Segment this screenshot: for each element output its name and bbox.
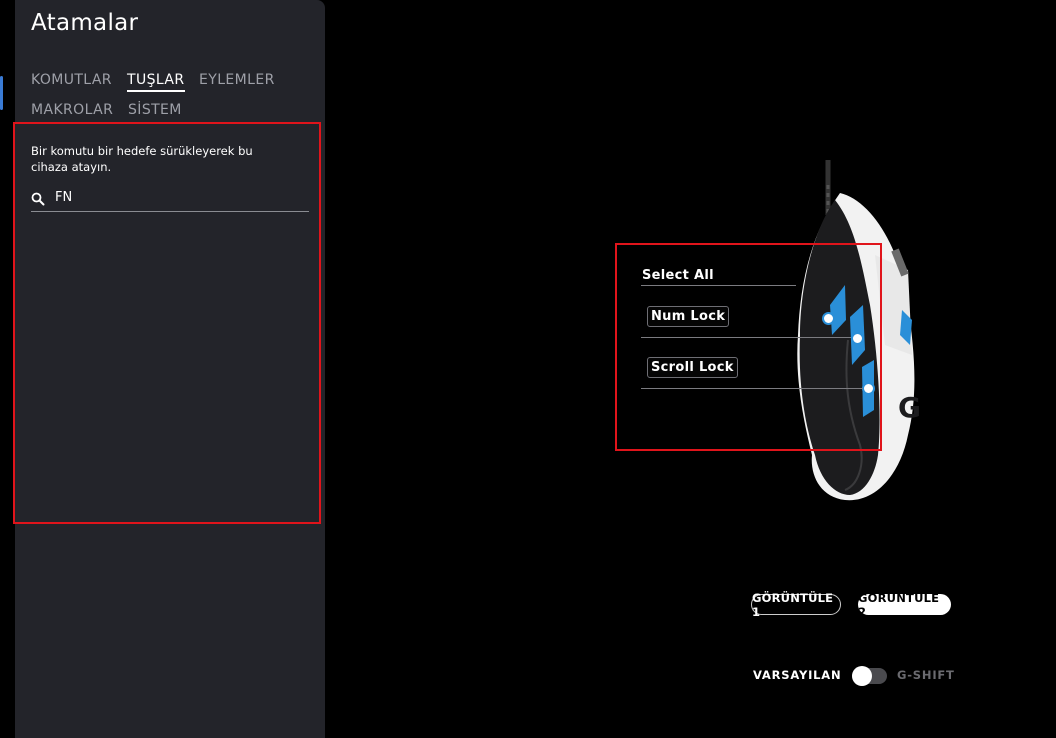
button-marker-scroll-lock[interactable] [862, 382, 875, 395]
default-mode-label: VARSAYILAN [753, 668, 842, 682]
button-marker-num-lock[interactable] [851, 332, 864, 345]
leader-line-select-all [641, 285, 796, 286]
search-input[interactable] [55, 186, 305, 208]
helper-text: Bir komutu bir hedefe sürükleyerek bu ci… [31, 144, 253, 174]
left-edge-strip [0, 0, 14, 738]
view-2-button[interactable]: GÖRÜNTÜLE 2 [858, 591, 951, 619]
search-field[interactable] [31, 186, 309, 212]
toggle-knob [852, 666, 872, 686]
button-marker-select-all[interactable] [822, 312, 835, 325]
gshift-mode-label: G-SHIFT [897, 668, 955, 682]
svg-text:G: G [898, 391, 920, 424]
search-icon [31, 192, 45, 206]
tab-commands[interactable]: KOMUTLAR [31, 72, 112, 88]
nav-accent-indicator [0, 76, 3, 110]
gshift-toggle[interactable] [852, 666, 887, 686]
leader-line-scroll-lock [641, 388, 863, 389]
assignment-scroll-lock[interactable]: Scroll Lock [647, 357, 738, 378]
assignments-panel: Atamalar KOMUTLAR TUŞLAR EYLEMLER MAKROL… [15, 0, 325, 738]
view-1-button[interactable]: GÖRÜNTÜLE 1 [751, 591, 841, 619]
assignment-select-all[interactable]: Select All [639, 266, 717, 285]
leader-line-num-lock [641, 337, 851, 338]
tab-macros[interactable]: MAKROLAR [31, 102, 113, 118]
tab-system[interactable]: SİSTEM [128, 102, 182, 118]
tab-keys[interactable]: TUŞLAR [127, 72, 185, 92]
panel-title: Atamalar [31, 10, 139, 36]
assignment-num-lock[interactable]: Num Lock [647, 306, 730, 327]
tab-actions[interactable]: EYLEMLER [199, 72, 275, 88]
